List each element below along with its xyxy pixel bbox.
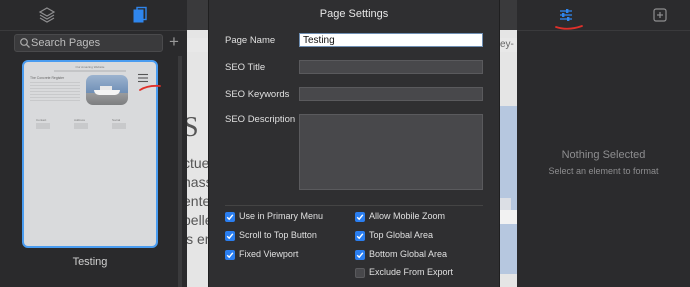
left-toolbar (0, 0, 187, 31)
canvas-heading-letter: S (187, 112, 199, 143)
add-element-icon[interactable] (651, 6, 669, 24)
checkmark-icon (356, 252, 364, 259)
thumb-hero-image (86, 75, 128, 105)
thumb-col-address: Address (74, 118, 86, 122)
empty-state-title: Nothing Selected (561, 149, 646, 161)
inspector-panel: Nothing Selected Select an element to fo… (517, 0, 690, 287)
checkbox-label: Use in Primary Menu (239, 211, 324, 221)
thumb-section-title: The Concrete Register (30, 76, 65, 80)
seo-keywords-label: SEO Keywords (225, 89, 290, 100)
checkmark-icon (226, 252, 234, 259)
pages-icon[interactable] (131, 6, 149, 24)
search-pages-field[interactable] (14, 34, 163, 52)
seo-description-field[interactable] (299, 114, 483, 190)
checkmark-icon (226, 233, 234, 240)
checkbox-label: Exclude From Export (369, 267, 454, 277)
thumb-col-contact: Contact (36, 118, 47, 122)
thumb-footer-lines (36, 123, 136, 129)
right-toolbar (517, 0, 690, 31)
canvas-text-line: is er (187, 231, 210, 247)
checkbox-checked[interactable] (225, 231, 235, 241)
checkbox-label: Scroll to Top Button (239, 230, 317, 240)
checkbox-checked[interactable] (355, 250, 365, 260)
thumb-col-social: Social (112, 118, 121, 122)
checkbox-unchecked[interactable] (355, 268, 365, 278)
checkmark-icon (356, 214, 364, 221)
checkmark-icon (226, 214, 234, 221)
seo-description-label: SEO Description (225, 114, 296, 125)
empty-state-subtitle: Select an element to format (548, 166, 659, 176)
checkbox-label: Bottom Global Area (369, 249, 448, 259)
thumb-heading: Our Amazing Website (75, 65, 105, 69)
add-page-button[interactable]: + (167, 33, 181, 51)
checkmark-icon (356, 233, 364, 240)
checkbox-label: Allow Mobile Zoom (369, 211, 446, 221)
layers-icon[interactable] (38, 6, 56, 24)
dialog-title: Page Settings (319, 8, 389, 20)
checkbox-checked[interactable] (355, 231, 365, 241)
page-name-label: Page Name (225, 35, 276, 46)
search-pages-input[interactable] (31, 35, 159, 51)
thumb-text-block (30, 82, 80, 102)
checkbox-checked[interactable] (225, 212, 235, 222)
red-annotation-underline (555, 25, 583, 30)
search-icon (20, 38, 30, 48)
seo-keywords-field[interactable] (299, 87, 483, 101)
thumb-boat-cabin (100, 86, 112, 90)
checkbox-checked[interactable] (225, 250, 235, 260)
seo-title-field[interactable] (299, 60, 483, 74)
dialog-divider (225, 205, 483, 206)
thumb-boat (94, 90, 120, 95)
page-name-field[interactable] (299, 33, 483, 47)
pages-scrollbar[interactable] (178, 56, 182, 287)
red-annotation-mark (139, 84, 161, 91)
checkbox-label: Fixed Viewport (239, 249, 299, 259)
pages-panel: + Our Amazing Website The Concrete Regis… (0, 0, 187, 287)
checkbox-label: Top Global Area (369, 230, 434, 240)
page-thumbnail-label[interactable]: Testing (22, 256, 158, 268)
thumb-nav-bar (54, 70, 126, 72)
page-settings-dialog: Page Settings Page Name SEO Title SEO Ke… (208, 0, 500, 287)
checkbox-checked[interactable] (355, 212, 365, 222)
seo-title-label: SEO Title (225, 62, 266, 73)
